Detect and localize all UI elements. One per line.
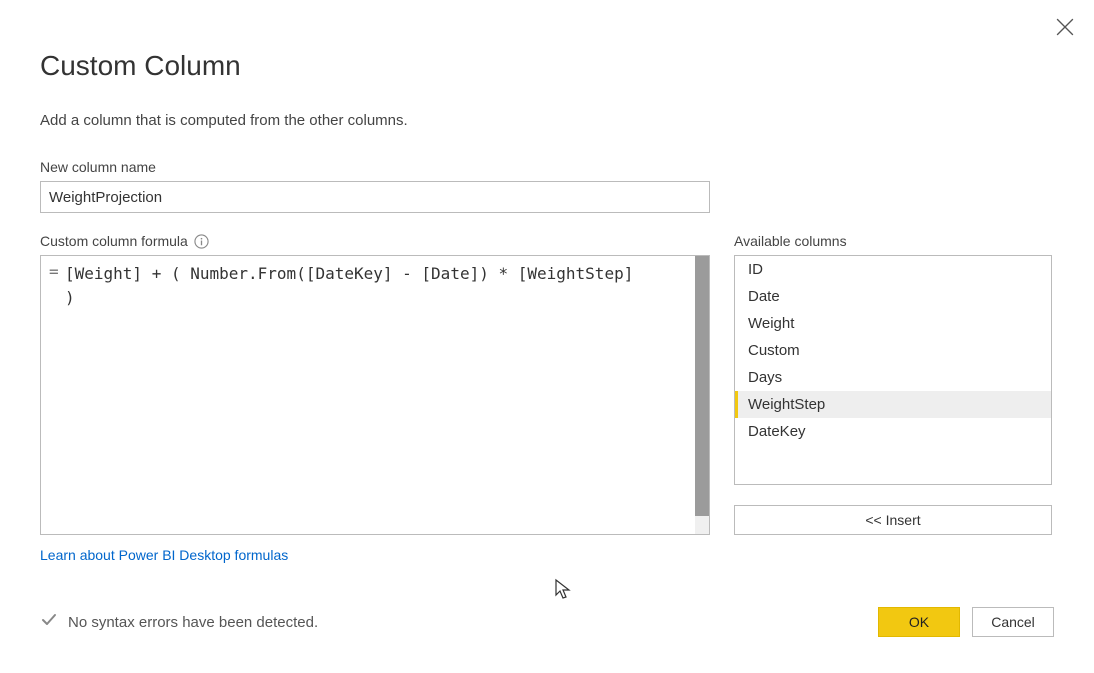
ok-button[interactable]: OK xyxy=(878,607,960,637)
formula-prefix: = xyxy=(41,256,65,534)
available-column-item[interactable]: ID xyxy=(735,256,1051,283)
formula-input[interactable]: [Weight] + ( Number.From([DateKey] - [Da… xyxy=(65,256,695,534)
available-columns-label: Available columns xyxy=(734,233,1052,249)
available-column-item[interactable]: DateKey xyxy=(735,418,1051,445)
scrollbar-thumb[interactable] xyxy=(695,256,709,516)
dialog-subtitle: Add a column that is computed from the o… xyxy=(40,112,1054,129)
status-message: No syntax errors have been detected. xyxy=(40,611,318,633)
learn-link[interactable]: Learn about Power BI Desktop formulas xyxy=(40,547,288,563)
check-icon xyxy=(40,611,58,633)
available-column-item[interactable]: WeightStep xyxy=(735,391,1051,418)
info-icon[interactable] xyxy=(194,234,209,249)
column-name-input[interactable] xyxy=(40,181,710,213)
status-text: No syntax errors have been detected. xyxy=(68,614,318,631)
formula-label: Custom column formula xyxy=(40,233,188,249)
close-icon[interactable] xyxy=(1056,18,1074,36)
available-column-item[interactable]: Weight xyxy=(735,310,1051,337)
insert-button[interactable]: << Insert xyxy=(734,505,1052,535)
column-name-field: New column name xyxy=(40,159,1054,213)
available-column-item[interactable]: Date xyxy=(735,283,1051,310)
scrollbar[interactable] xyxy=(695,256,709,534)
dialog-title: Custom Column xyxy=(40,50,1054,82)
cancel-button[interactable]: Cancel xyxy=(972,607,1054,637)
available-column-item[interactable]: Days xyxy=(735,364,1051,391)
cursor-icon xyxy=(554,578,572,600)
available-columns-list[interactable]: IDDateWeightCustomDaysWeightStepDateKey xyxy=(734,255,1052,485)
available-column-item[interactable]: Custom xyxy=(735,337,1051,364)
column-name-label: New column name xyxy=(40,159,1054,175)
